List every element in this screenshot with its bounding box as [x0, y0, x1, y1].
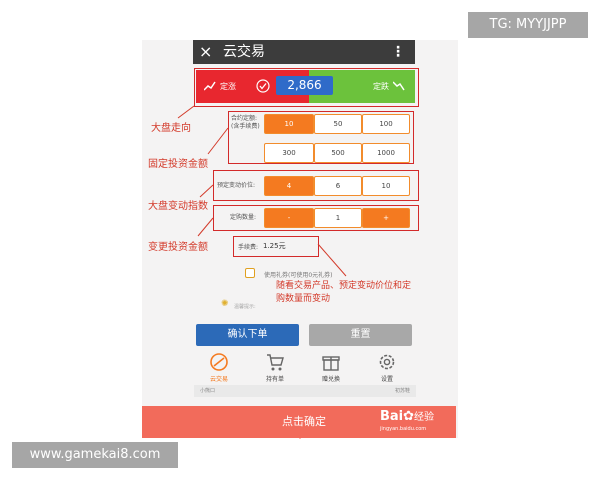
amount-option-1000[interactable]: 1000 [362, 143, 410, 163]
amount-option-300[interactable]: 300 [264, 143, 314, 163]
page-title: 云交易 [223, 44, 265, 60]
more-menu-icon[interactable]: ⋮ [391, 43, 405, 61]
change-option-4[interactable]: 4 [264, 176, 314, 196]
status-strip: 小熊口 初苏鞋 [194, 385, 416, 397]
annotation-note: 随看交易产品、预定变动价位和定 购数量而变动 [276, 280, 411, 306]
cart-icon [267, 354, 284, 371]
change-option-10[interactable]: 10 [362, 176, 410, 196]
app-header: × 云交易 ⋮ [193, 40, 415, 64]
fee-value: 1.25元 [263, 242, 286, 250]
nav-redeem[interactable]: 赠兑换 [306, 352, 356, 383]
nav-holdings-label: 持有单 [265, 376, 284, 383]
amount-option-100[interactable]: 100 [362, 114, 410, 134]
fee-label: 手续费: [238, 244, 259, 251]
lightbulb-icon: ✺ [221, 299, 229, 309]
nav-holdings[interactable]: 持有单 [250, 352, 300, 383]
quantity-plus-button[interactable]: + [362, 208, 410, 228]
nav-settings-label: 设置 [380, 376, 393, 383]
annotation-fixed-amount: 固定投资金额 [148, 159, 208, 170]
quantity-label: 定购数量: [230, 214, 257, 221]
status-left: 小熊口 [200, 388, 216, 394]
amount-option-10[interactable]: 10 [264, 114, 314, 134]
close-icon[interactable]: × [199, 42, 212, 62]
coupon-text: 使用礼券(可使用0元礼券) [264, 272, 333, 279]
annotation-index: 大盘变动指数 [148, 201, 208, 212]
quantity-minus-button[interactable]: - [264, 208, 314, 228]
annotation-note-line1: 随看交易产品、预定变动价位和定 [276, 281, 412, 291]
watermark-top: TG: MYYJJPP [468, 12, 588, 38]
tip-text: 温馨提示: [234, 304, 256, 310]
annotation-note-line2: 购数量而变动 [276, 294, 331, 304]
cloud-trade-icon [210, 353, 228, 371]
nav-cloud-trade-label: 云交易 [209, 376, 228, 383]
reset-button[interactable]: 重置 [309, 324, 412, 346]
confirm-hint[interactable]: 点击确定 [282, 413, 326, 429]
gear-icon [379, 354, 395, 370]
annotation-change-amount: 变更投资金额 [148, 242, 208, 253]
baidu-logo-text: Bai [380, 409, 404, 424]
baidu-logo-suffix: 经验 [414, 412, 435, 423]
amount-label: 合约定额: (含手续费) [231, 115, 260, 131]
change-option-6[interactable]: 6 [314, 176, 362, 196]
change-label: 预定变动价位: [217, 182, 256, 189]
coupon-checkbox[interactable] [245, 268, 255, 278]
nav-redeem-label: 赠兑换 [321, 376, 340, 383]
confirm-order-button[interactable]: 确认下单 [196, 324, 299, 346]
nav-cloud-trade[interactable]: 云交易 [194, 352, 244, 383]
amount-label-line1: 合约定额: [231, 115, 258, 122]
nav-settings[interactable]: 设置 [362, 352, 412, 383]
quantity-value[interactable]: 1 [314, 208, 362, 228]
paw-icon: ✿ [403, 409, 415, 424]
bottom-banner: 点击确定 Bai✿经验 jingyan.baidu.com [142, 406, 456, 439]
watermark-bottom: www.gamekai8.com [12, 442, 178, 468]
baidu-url: jingyan.baidu.com [380, 426, 427, 432]
baidu-logo: Bai✿经验 [380, 408, 434, 424]
annotation-trend: 大盘走向 [151, 123, 191, 134]
amount-option-500[interactable]: 500 [314, 143, 362, 163]
amount-option-50[interactable]: 50 [314, 114, 362, 134]
status-right: 初苏鞋 [394, 388, 410, 394]
gift-icon [322, 356, 340, 371]
amount-label-line2: (含手续费) [231, 123, 260, 130]
pointer-triangle-icon [294, 432, 306, 439]
